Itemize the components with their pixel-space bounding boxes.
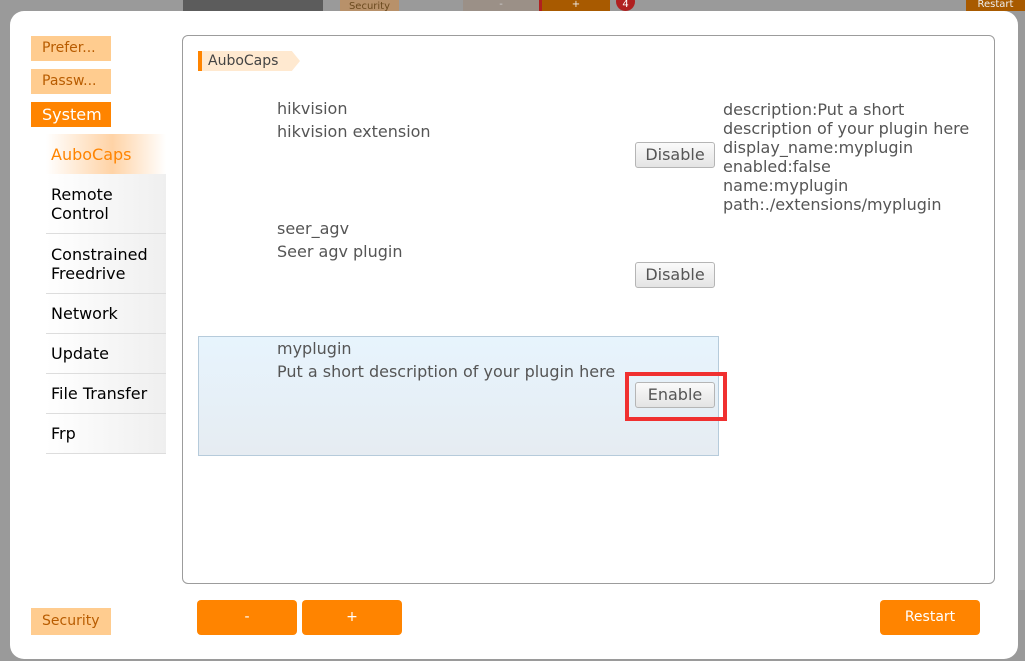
- section-tag: AuboCaps: [198, 51, 300, 71]
- settings-dialog: Prefer... Passw... System AuboCaps Remot…: [10, 11, 1018, 659]
- plugin-name: myplugin: [277, 339, 352, 358]
- background-restart-button: Restart: [966, 0, 1025, 11]
- plugin-description: Seer agv plugin: [277, 242, 403, 261]
- background-right-strip: [1018, 170, 1025, 590]
- detail-line: description of your plugin here: [723, 119, 970, 138]
- plugin-name: seer_agv: [277, 219, 350, 238]
- detail-line: enabled:false: [723, 157, 831, 176]
- plugin-details: description:Put a short description of y…: [723, 100, 969, 214]
- sidebar-item-aubocaps[interactable]: AuboCaps: [46, 134, 166, 174]
- sidebar-item-label: Constrained Freedrive: [51, 244, 148, 283]
- disable-button[interactable]: Disable: [635, 262, 715, 288]
- sidebar-item-label: Frp: [51, 424, 76, 443]
- category-security[interactable]: Security: [31, 608, 111, 635]
- sidebar-item-update[interactable]: Update: [46, 334, 166, 374]
- disable-button[interactable]: Disable: [635, 142, 715, 168]
- sidebar-item-label: AuboCaps: [51, 144, 132, 164]
- plugin-description: hikvision extension: [277, 122, 431, 141]
- category-password[interactable]: Passw...: [31, 69, 111, 94]
- background-panel: [183, 0, 323, 11]
- detail-line: description:Put a short: [723, 100, 905, 119]
- plus-button[interactable]: +: [302, 600, 402, 635]
- background-security-tab: Security: [340, 0, 399, 11]
- sidebar-item-frp[interactable]: Frp: [46, 414, 166, 454]
- sidebar-item-label: Remote Control: [51, 184, 113, 223]
- category-preferences[interactable]: Prefer...: [31, 36, 111, 61]
- sidebar-item-label: Network: [51, 304, 118, 323]
- sidebar-item-constrained-freedrive[interactable]: Constrained Freedrive: [46, 234, 166, 294]
- background-plus-button: +: [539, 0, 610, 11]
- category-system[interactable]: System: [31, 102, 111, 127]
- minus-button[interactable]: -: [197, 600, 297, 635]
- sidebar-item-remote-control[interactable]: Remote Control: [46, 174, 166, 234]
- sidebar-item-network[interactable]: Network: [46, 294, 166, 334]
- background-badge: 4: [616, 0, 635, 11]
- plugin-description: Put a short description of your plugin h…: [277, 362, 616, 381]
- sidebar-item-file-transfer[interactable]: File Transfer: [46, 374, 166, 414]
- plugin-name: hikvision: [277, 99, 348, 118]
- detail-line: name:myplugin: [723, 176, 849, 195]
- highlight-box: [625, 372, 727, 421]
- detail-line: path:./extensions/myplugin: [723, 195, 942, 214]
- restart-button[interactable]: Restart: [880, 600, 980, 635]
- background-minus-button: -: [463, 0, 539, 11]
- sidebar-item-label: File Transfer: [51, 384, 148, 403]
- detail-line: display_name:myplugin: [723, 138, 914, 157]
- sidebar-item-label: Update: [51, 344, 109, 363]
